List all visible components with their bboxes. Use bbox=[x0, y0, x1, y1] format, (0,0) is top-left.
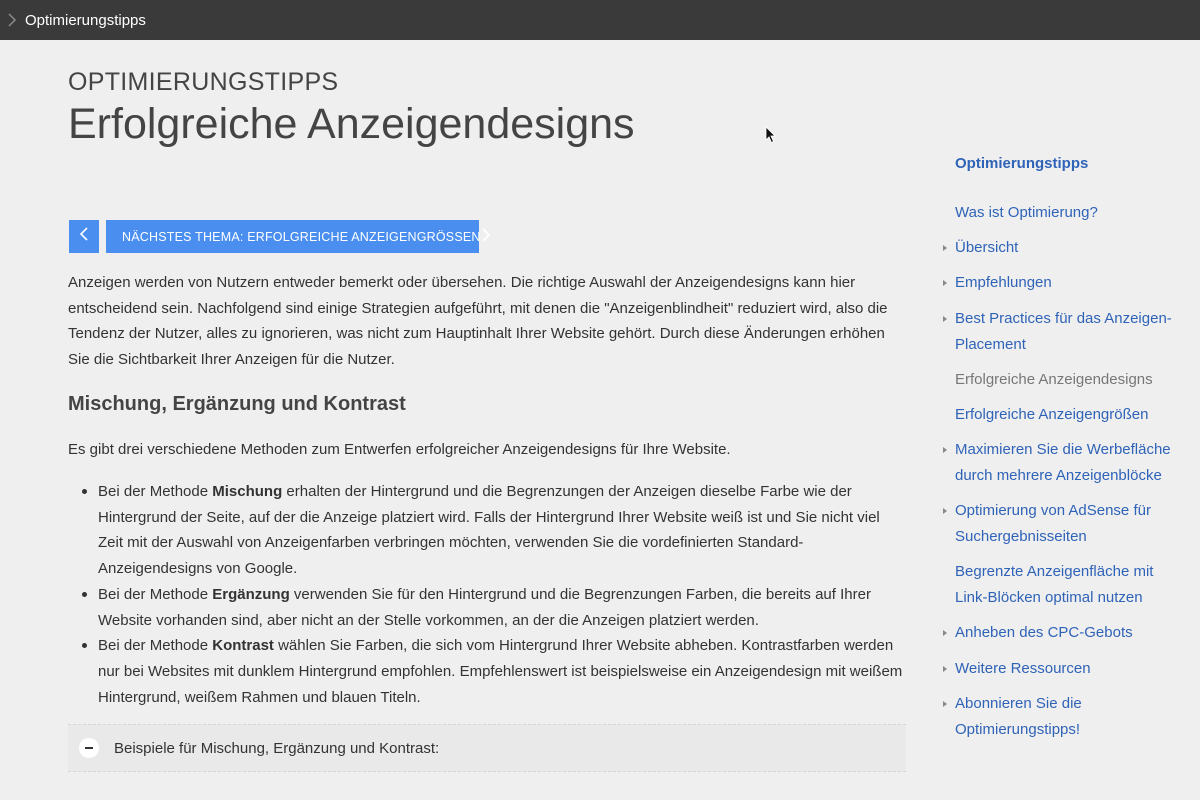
list-item: Bei der Methode Mischung erhalten der Hi… bbox=[82, 479, 908, 582]
caret-right-icon bbox=[943, 245, 947, 251]
list-item-keyword: Kontrast bbox=[212, 637, 274, 655]
accordion-label: Beispiele für Mischung, Ergänzung und Ko… bbox=[114, 739, 440, 757]
caret-right-icon bbox=[943, 508, 947, 514]
minus-icon[interactable] bbox=[79, 738, 99, 758]
caret-right-icon bbox=[943, 316, 947, 322]
sidebar-item-label: Best Practices für das Anzeigen-Placemen… bbox=[955, 310, 1172, 353]
sidebar-item-label: Erfolgreiche Anzeigengrößen bbox=[955, 406, 1149, 423]
previous-topic-button[interactable] bbox=[69, 220, 99, 253]
page-title: Erfolgreiche Anzeigendesigns bbox=[68, 100, 635, 148]
sidebar-item-label: Erfolgreiche Anzeigendesigns bbox=[955, 371, 1153, 388]
sidebar-item-label: Begrenzte Anzeigenfläche mit Link-Blöcke… bbox=[955, 563, 1154, 606]
sidebar-item-anzeigengroessen[interactable]: Erfolgreiche Anzeigengrößen bbox=[940, 402, 1190, 428]
list-item: Bei der Methode Ergänzung verwenden Sie … bbox=[82, 582, 908, 633]
top-bar: Optimierungstipps bbox=[0, 0, 1200, 40]
topbar-title[interactable]: Optimierungstipps bbox=[25, 12, 146, 29]
sidebar-item-weitere-ressourcen[interactable]: Weitere Ressourcen bbox=[940, 656, 1190, 682]
sidebar-item-label: Weitere Ressourcen bbox=[955, 660, 1091, 677]
sidebar-item-cpc-gebot[interactable]: Anheben des CPC-Gebots bbox=[940, 620, 1190, 646]
chevron-right-icon bbox=[481, 227, 491, 246]
sidebar-item-empfehlungen[interactable]: Empfehlungen bbox=[940, 270, 1190, 296]
list-item-text: Bei der Methode bbox=[98, 483, 213, 500]
sidebar-item-uebersicht[interactable]: Übersicht bbox=[940, 235, 1190, 261]
sidebar-item-link-bloecke[interactable]: Begrenzte Anzeigenfläche mit Link-Blöcke… bbox=[940, 559, 1190, 611]
list-item-text: Bei der Methode bbox=[98, 585, 213, 603]
list-item-keyword: Mischung bbox=[212, 483, 283, 500]
sidebar-item-label: Was ist Optimierung? bbox=[955, 204, 1098, 221]
sidebar-heading[interactable]: Optimierungstipps bbox=[955, 155, 1088, 172]
sidebar-item-suchergebnisseiten[interactable]: Optimierung von AdSense für Suchergebnis… bbox=[940, 498, 1190, 550]
next-topic-button[interactable]: NÄCHSTES THEMA: ERFOLGREICHE ANZEIGENGRÖ… bbox=[106, 220, 490, 253]
section-lead: Es gibt drei verschiedene Methoden zum E… bbox=[68, 441, 731, 458]
chevron-right-icon[interactable] bbox=[0, 0, 24, 40]
list-item-text: Bei der Methode bbox=[98, 637, 213, 655]
section-heading: Mischung, Ergänzung und Kontrast bbox=[68, 393, 406, 415]
page-eyebrow: OPTIMIERUNGSTIPPS bbox=[68, 68, 339, 96]
next-topic-label: NÄCHSTES THEMA: ERFOLGREICHE ANZEIGENGRÖ… bbox=[122, 229, 481, 244]
method-list: Bei der Methode Mischung erhalten der Hi… bbox=[68, 479, 908, 710]
chevron-left-icon bbox=[79, 226, 89, 247]
caret-right-icon bbox=[943, 701, 947, 707]
caret-right-icon bbox=[943, 666, 947, 672]
examples-accordion[interactable]: Beispiele für Mischung, Ergänzung und Ko… bbox=[68, 724, 906, 772]
caret-right-icon bbox=[943, 630, 947, 636]
intro-paragraph: Anzeigen werden von Nutzern entweder bem… bbox=[68, 274, 888, 368]
sidebar-item-best-practices[interactable]: Best Practices für das Anzeigen-Placemen… bbox=[940, 306, 1190, 358]
topic-navigation: NÄCHSTES THEMA: ERFOLGREICHE ANZEIGENGRÖ… bbox=[69, 220, 490, 253]
sidebar-item-label: Maximieren Sie die Werbefläche durch meh… bbox=[955, 441, 1171, 484]
sidebar-item-label: Optimierung von AdSense für Suchergebnis… bbox=[955, 502, 1151, 545]
sidebar-item-label: Anheben des CPC-Gebots bbox=[955, 624, 1133, 641]
sidebar-item-label: Abonnieren Sie die Optimierungstipps! bbox=[955, 695, 1082, 738]
sidebar-item-abonnieren[interactable]: Abonnieren Sie die Optimierungstipps! bbox=[940, 691, 1190, 743]
caret-right-icon bbox=[943, 280, 947, 286]
list-item-keyword: Ergänzung bbox=[212, 585, 290, 603]
sidebar-item-anzeigendesigns: Erfolgreiche Anzeigendesigns bbox=[940, 367, 1190, 393]
sidebar-item-label: Übersicht bbox=[955, 239, 1019, 256]
sidebar-item-werbeflaeche[interactable]: Maximieren Sie die Werbefläche durch meh… bbox=[940, 437, 1190, 489]
list-item: Bei der Methode Kontrast wählen Sie Farb… bbox=[82, 633, 908, 710]
mouse-pointer-icon bbox=[765, 126, 777, 149]
caret-right-icon bbox=[943, 447, 947, 453]
sidebar-item-label: Empfehlungen bbox=[955, 274, 1052, 291]
sidebar-item-was-ist-optimierung[interactable]: Was ist Optimierung? bbox=[940, 200, 1190, 226]
